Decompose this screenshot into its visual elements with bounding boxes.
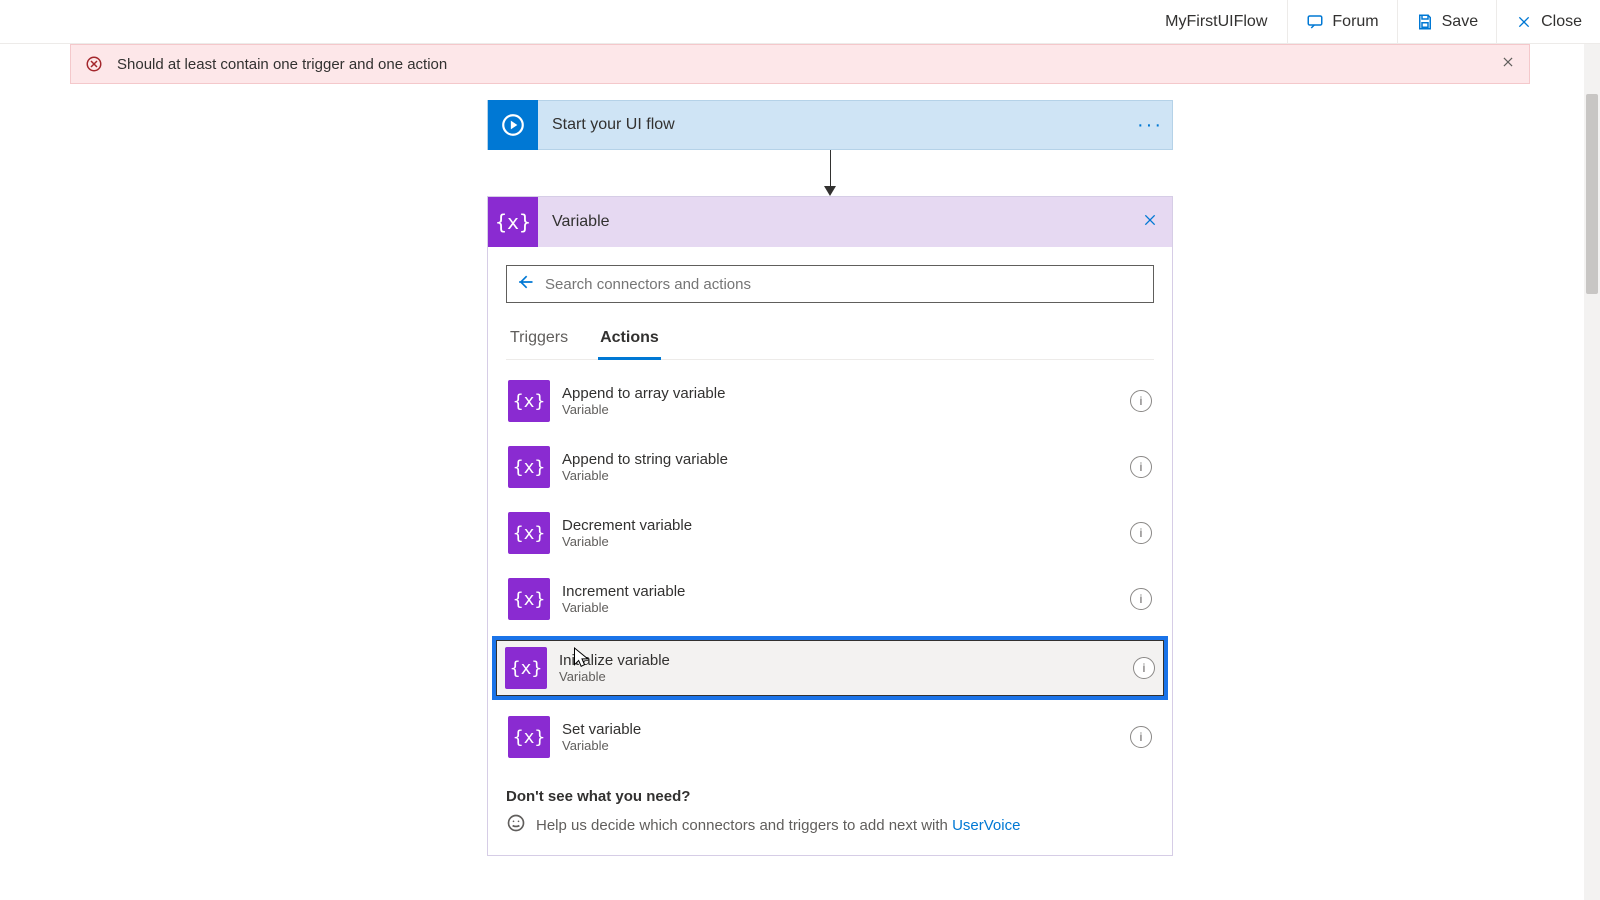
picker-title: Variable: [538, 213, 1128, 231]
picker-body: Triggers Actions {x} Append to array var…: [488, 247, 1172, 855]
play-icon: [488, 100, 538, 150]
picker-header: {x} Variable: [488, 197, 1172, 247]
banner-close-button[interactable]: [1501, 55, 1515, 73]
error-text: Should at least contain one trigger and …: [117, 56, 447, 73]
info-icon[interactable]: i: [1130, 588, 1152, 610]
forum-label: Forum: [1332, 13, 1378, 31]
action-name: Decrement variable: [562, 517, 1118, 534]
save-label: Save: [1442, 13, 1478, 31]
info-icon[interactable]: i: [1130, 390, 1152, 412]
picker-tabs: Triggers Actions: [506, 323, 1154, 360]
close-icon: [1515, 13, 1533, 31]
error-icon: [85, 55, 103, 73]
variable-icon: {x}: [508, 512, 550, 554]
variable-icon: {x}: [488, 197, 538, 247]
action-sub: Variable: [562, 600, 1118, 615]
forum-button[interactable]: Forum: [1287, 0, 1396, 43]
action-picker: {x} Variable Triggers Actions {x}: [487, 196, 1173, 856]
action-append-string[interactable]: {x} Append to string variable Variable i: [506, 444, 1154, 490]
action-sub: Variable: [562, 534, 1118, 549]
action-name: Append to string variable: [562, 451, 1118, 468]
flow-canvas: Start your UI flow ··· {x} Variable Trig…: [70, 80, 1590, 900]
action-increment[interactable]: {x} Increment variable Variable i: [506, 576, 1154, 622]
step-menu-button[interactable]: ···: [1128, 114, 1172, 137]
start-step-label: Start your UI flow: [538, 116, 1128, 134]
variable-icon: {x}: [508, 380, 550, 422]
info-icon[interactable]: i: [1133, 657, 1155, 679]
chat-icon: [1306, 13, 1324, 31]
flow-name: MyFirstUIFlow: [1145, 0, 1287, 43]
action-name: Initialize variable: [559, 652, 1121, 669]
variable-icon: {x}: [508, 446, 550, 488]
close-button[interactable]: Close: [1496, 0, 1600, 43]
info-icon[interactable]: i: [1130, 522, 1152, 544]
top-bar: MyFirstUIFlow Forum Save Close: [0, 0, 1600, 44]
action-sub: Variable: [559, 669, 1121, 684]
close-label: Close: [1541, 13, 1582, 31]
action-set[interactable]: {x} Set variable Variable i: [506, 714, 1154, 760]
variable-icon: {x}: [508, 578, 550, 620]
action-decrement[interactable]: {x} Decrement variable Variable i: [506, 510, 1154, 556]
tab-triggers[interactable]: Triggers: [508, 323, 570, 359]
picker-footer: Don't see what you need? Help us decide …: [506, 788, 1154, 837]
action-name: Increment variable: [562, 583, 1118, 600]
search-box[interactable]: [506, 265, 1154, 303]
save-icon: [1416, 13, 1434, 31]
variable-icon: {x}: [505, 647, 547, 689]
action-initialize[interactable]: {x} Initialize variable Variable i: [496, 640, 1164, 696]
start-step-card[interactable]: Start your UI flow ···: [487, 100, 1173, 150]
info-icon[interactable]: i: [1130, 726, 1152, 748]
footer-question: Don't see what you need?: [506, 788, 1154, 805]
back-arrow-icon[interactable]: [515, 272, 535, 297]
picker-close-button[interactable]: [1128, 212, 1172, 233]
action-append-array[interactable]: {x} Append to array variable Variable i: [506, 378, 1154, 424]
variable-icon: {x}: [508, 716, 550, 758]
uservoice-link[interactable]: UserVoice: [952, 817, 1020, 834]
action-list: {x} Append to array variable Variable i …: [506, 378, 1154, 760]
footer-text: Help us decide which connectors and trig…: [536, 817, 952, 834]
save-button[interactable]: Save: [1397, 0, 1496, 43]
connector-arrow: [824, 150, 836, 196]
smile-icon: [506, 813, 526, 837]
tab-actions[interactable]: Actions: [598, 323, 661, 360]
search-input[interactable]: [545, 276, 1145, 293]
action-sub: Variable: [562, 738, 1118, 753]
action-name: Set variable: [562, 721, 1118, 738]
action-sub: Variable: [562, 402, 1118, 417]
action-sub: Variable: [562, 468, 1118, 483]
info-icon[interactable]: i: [1130, 456, 1152, 478]
action-name: Append to array variable: [562, 385, 1118, 402]
error-banner: Should at least contain one trigger and …: [70, 44, 1530, 84]
